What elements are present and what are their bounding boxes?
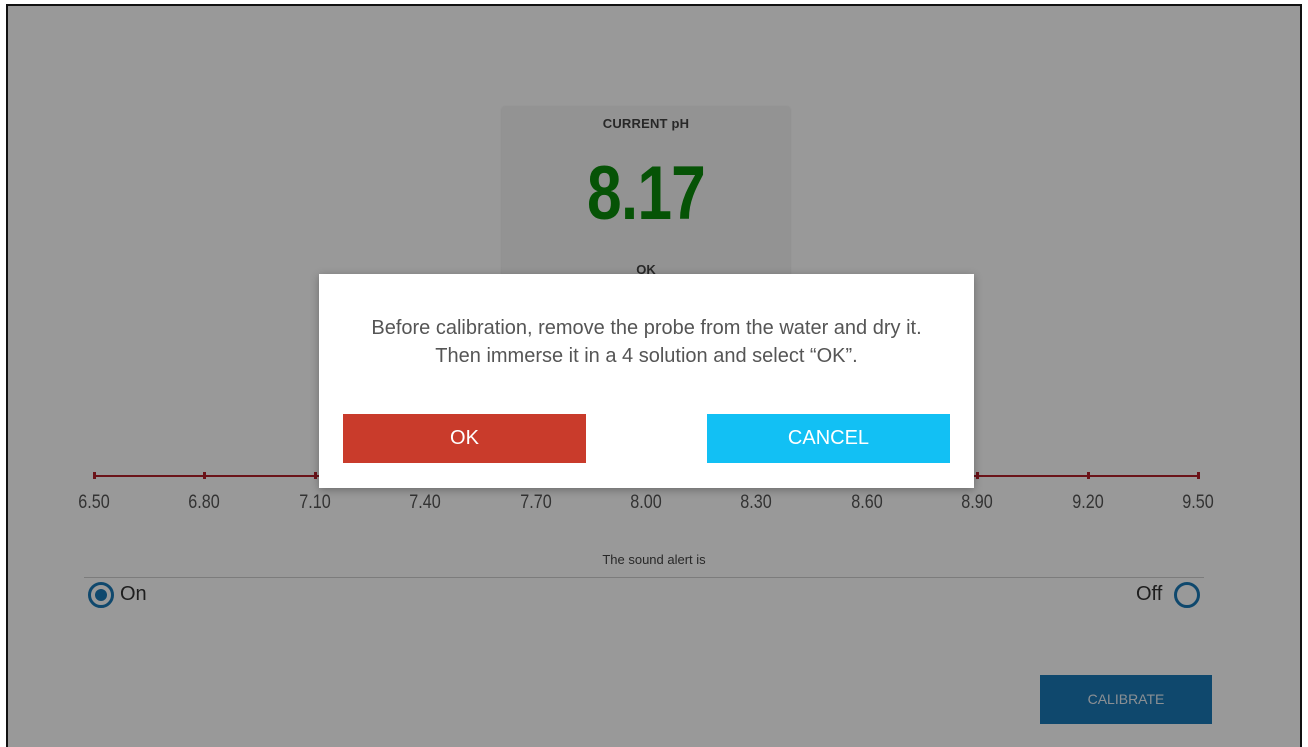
app-frame: CURRENT pH 8.17 OK 6.50 6.80 7.10 7.40 7.70 8…	[6, 4, 1302, 747]
calibration-dialog: Before calibration, remove the probe fro…	[319, 274, 974, 488]
dialog-message: Before calibration, remove the probe fro…	[319, 314, 974, 370]
ok-button[interactable]: OK	[343, 414, 586, 463]
dialog-message-line-1: Before calibration, remove the probe fro…	[371, 317, 922, 339]
dialog-message-line-2: Then immerse it in a 4 solution and sele…	[435, 345, 858, 367]
cancel-button[interactable]: CANCEL	[707, 414, 950, 463]
